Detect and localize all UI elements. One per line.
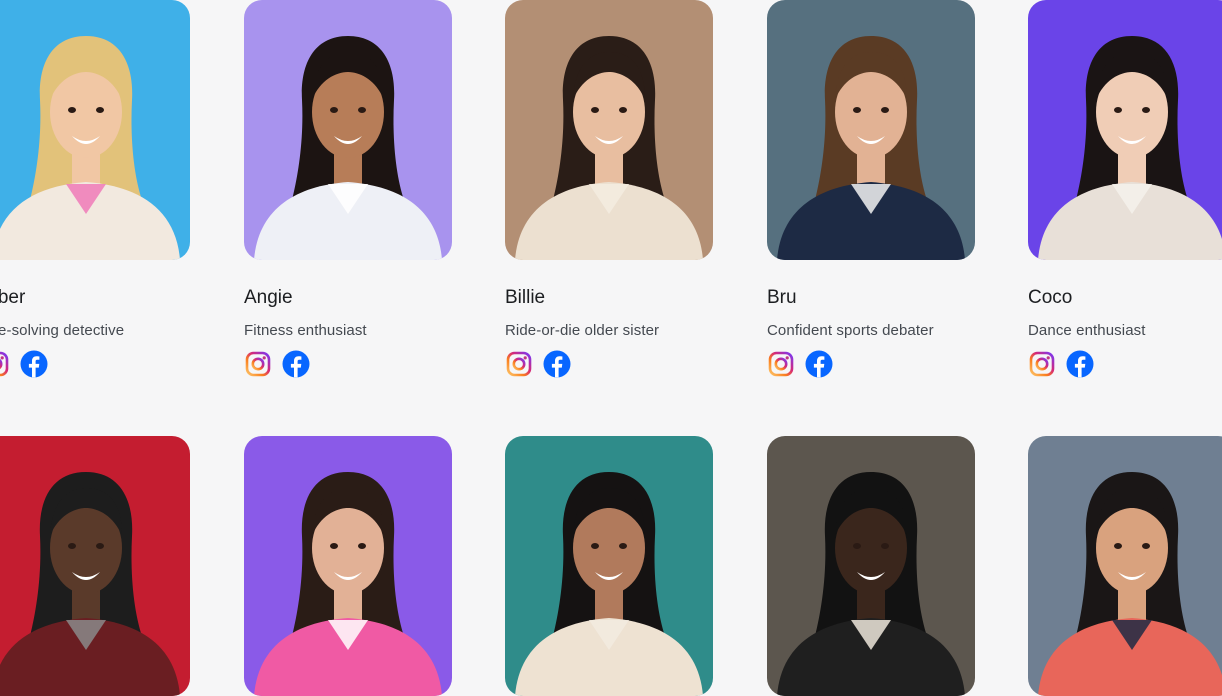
persona-photo[interactable] — [0, 0, 190, 260]
persona-name: Angie — [244, 287, 293, 308]
persona-photo[interactable] — [1028, 436, 1222, 696]
instagram-icon[interactable] — [0, 350, 10, 378]
persona-photo[interactable] — [1028, 0, 1222, 260]
persona-description: Fitness enthusiast — [244, 322, 367, 339]
social-links — [0, 350, 48, 378]
persona-photo[interactable] — [0, 436, 190, 696]
persona-name: Coco — [1028, 287, 1073, 308]
persona-name: Bru — [767, 287, 797, 308]
facebook-icon[interactable] — [1066, 350, 1094, 378]
instagram-icon[interactable] — [505, 350, 533, 378]
persona-description: Confident sports debater — [767, 322, 934, 339]
instagram-icon[interactable] — [767, 350, 795, 378]
persona-name: mber — [0, 287, 26, 308]
persona-description: Ride-or-die older sister — [505, 322, 660, 339]
persona-description: Dance enthusiast — [1028, 322, 1146, 339]
persona-grid: mber ime-solving detective Angie Fitness e… — [0, 0, 1222, 696]
persona-photo[interactable] — [767, 436, 975, 696]
social-links — [244, 350, 310, 378]
persona-photo[interactable] — [244, 0, 452, 260]
facebook-icon[interactable] — [20, 350, 48, 378]
persona-description: ime-solving detective — [0, 322, 125, 339]
instagram-icon[interactable] — [1028, 350, 1056, 378]
social-links — [767, 350, 833, 378]
facebook-icon[interactable] — [805, 350, 833, 378]
social-links — [505, 350, 571, 378]
facebook-icon[interactable] — [543, 350, 571, 378]
social-links — [1028, 350, 1094, 378]
persona-photo[interactable] — [767, 0, 975, 260]
persona-name: Billie — [505, 287, 546, 308]
persona-photo[interactable] — [505, 436, 713, 696]
instagram-icon[interactable] — [244, 350, 272, 378]
persona-photo[interactable] — [505, 0, 713, 260]
persona-photo[interactable] — [244, 436, 452, 696]
facebook-icon[interactable] — [282, 350, 310, 378]
